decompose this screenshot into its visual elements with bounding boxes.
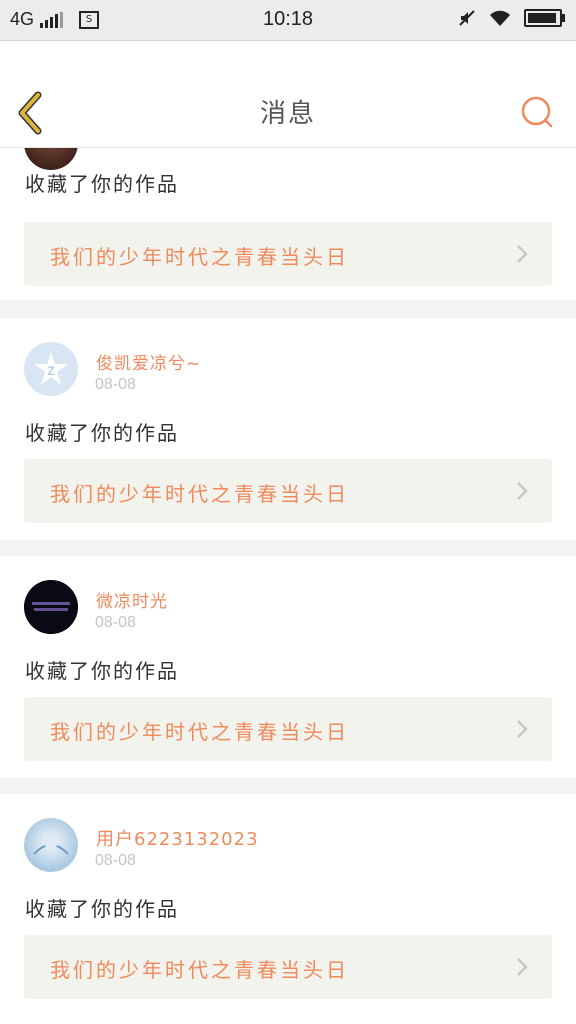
search-icon[interactable] — [520, 95, 554, 129]
chevron-right-icon — [517, 720, 528, 738]
work-title: 我们的少年时代之青春当头日 — [50, 245, 349, 269]
message-date: 08-08 — [95, 148, 136, 150]
work-link[interactable]: 我们的少年时代之青春当头日 — [24, 935, 552, 999]
avatar[interactable] — [24, 148, 78, 170]
status-right — [458, 9, 565, 27]
message-action: 收藏了你的作品 — [25, 172, 179, 196]
battery-icon — [524, 9, 565, 27]
avatar[interactable] — [24, 580, 78, 634]
avatar[interactable] — [24, 818, 78, 872]
wifi-icon — [490, 10, 510, 26]
chevron-right-icon — [517, 958, 528, 976]
svg-text:Z: Z — [47, 364, 54, 378]
message-list: 08-08 收藏了你的作品 我们的少年时代之青春当头日 Z 俊凯爱凉兮~ 08-… — [0, 148, 576, 1024]
work-link[interactable]: 我们的少年时代之青春当头日 — [24, 697, 552, 761]
message-date: 08-08 — [95, 376, 136, 393]
message-username[interactable]: 用户6223132023 — [96, 825, 259, 851]
work-title: 我们的少年时代之青春当头日 — [50, 482, 349, 506]
avatar[interactable]: Z — [24, 342, 78, 396]
message-action: 收藏了你的作品 — [25, 897, 179, 921]
message-card: Z 俊凯爱凉兮~ 08-08 收藏了你的作品 我们的少年时代之青春当头日 — [0, 318, 576, 540]
work-link[interactable]: 我们的少年时代之青春当头日 — [24, 222, 552, 286]
work-title: 我们的少年时代之青春当头日 — [50, 720, 349, 744]
message-card: 08-08 收藏了你的作品 我们的少年时代之青春当头日 — [0, 148, 576, 300]
message-action: 收藏了你的作品 — [25, 659, 179, 683]
chevron-right-icon — [517, 482, 528, 500]
message-date: 08-08 — [95, 614, 136, 631]
anime-avatar-icon — [24, 818, 78, 872]
status-bar: 4G S 10:18 — [0, 0, 576, 41]
app-header: 消息 — [0, 41, 576, 148]
photo-avatar-icon — [24, 580, 78, 634]
mute-icon — [459, 10, 475, 26]
message-card: 用户6223132023 08-08 收藏了你的作品 我们的少年时代之青春当头日 — [0, 794, 576, 1024]
message-username[interactable]: 微凉时光 — [96, 587, 168, 612]
message-date: 08-08 — [95, 852, 136, 869]
work-link[interactable]: 我们的少年时代之青春当头日 — [24, 459, 552, 523]
chevron-right-icon — [517, 245, 528, 263]
message-card: 微凉时光 08-08 收藏了你的作品 我们的少年时代之青春当头日 — [0, 556, 576, 778]
page-title: 消息 — [259, 99, 316, 129]
message-username[interactable]: 俊凯爱凉兮~ — [96, 349, 201, 374]
work-title: 我们的少年时代之青春当头日 — [50, 958, 349, 982]
qq-default-avatar-icon: Z — [24, 342, 78, 396]
message-action: 收藏了你的作品 — [25, 421, 179, 445]
